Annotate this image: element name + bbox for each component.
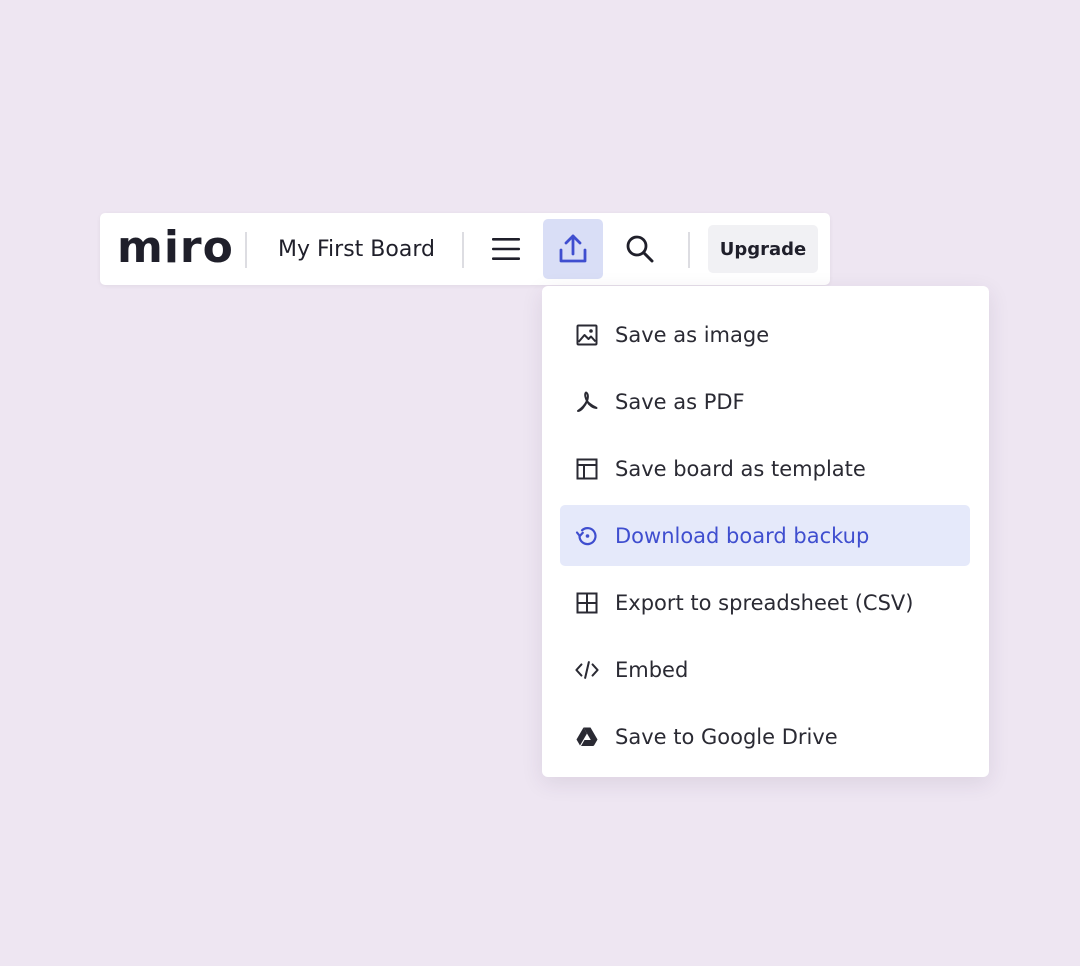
toolbar-divider — [462, 232, 464, 268]
menu-item-export-to-csv[interactable]: Export to spreadsheet (CSV) — [560, 572, 970, 633]
menu-item-label: Save as PDF — [615, 389, 745, 414]
table-grid-icon — [575, 591, 599, 615]
search-button[interactable] — [610, 219, 670, 279]
menu-item-embed[interactable]: Embed — [560, 639, 970, 700]
search-icon — [626, 235, 654, 263]
menu-item-label: Export to spreadsheet (CSV) — [615, 590, 914, 615]
menu-item-save-as-image[interactable]: Save as image — [560, 304, 970, 365]
template-icon — [575, 457, 599, 481]
menu-item-label: Save to Google Drive — [615, 724, 838, 749]
toolbar-divider — [688, 232, 690, 268]
upgrade-button[interactable]: Upgrade — [708, 225, 818, 273]
menu-item-save-board-as-template[interactable]: Save board as template — [560, 438, 970, 499]
menu-item-save-as-pdf[interactable]: Save as PDF — [560, 371, 970, 432]
export-menu-list: Save as image Save as PDF Save board as … — [560, 304, 970, 773]
board-toolbar: miro My First Board Upgrade — [100, 213, 830, 285]
miro-logo[interactable]: miro — [117, 223, 234, 273]
board-menu-button[interactable] — [476, 219, 536, 279]
backup-restore-icon — [575, 524, 599, 548]
menu-item-label: Embed — [615, 657, 689, 682]
menu-item-save-to-google-drive[interactable]: Save to Google Drive — [560, 706, 970, 767]
code-embed-icon — [575, 658, 599, 682]
menu-item-label: Download board backup — [615, 523, 870, 548]
upload-export-icon — [559, 234, 587, 263]
export-button[interactable] — [543, 219, 603, 279]
menu-item-label: Save as image — [615, 322, 770, 347]
menu-item-label: Save board as template — [615, 456, 866, 481]
menu-item-download-board-backup[interactable]: Download board backup — [560, 505, 970, 566]
toolbar-divider — [245, 232, 247, 268]
export-menu: Save as image Save as PDF Save board as … — [542, 286, 989, 777]
google-drive-icon — [575, 725, 599, 749]
pdf-icon — [575, 390, 599, 414]
board-title[interactable]: My First Board — [278, 236, 435, 264]
hamburger-menu-icon — [492, 238, 520, 260]
image-icon — [575, 323, 599, 347]
